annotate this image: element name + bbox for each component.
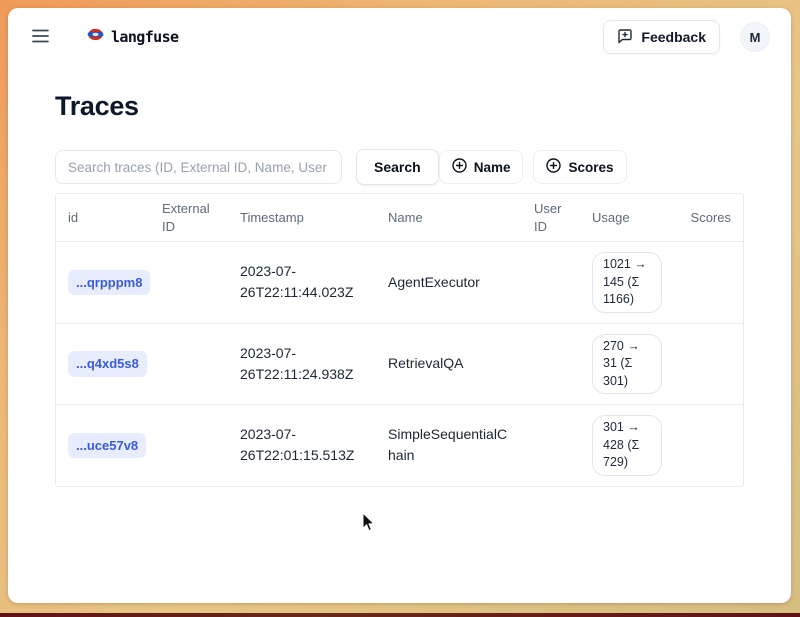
- cell-scores: [674, 324, 743, 405]
- plus-circle-icon: [452, 158, 467, 176]
- filter-name-button[interactable]: Name: [439, 150, 524, 184]
- feedback-label: Feedback: [641, 29, 706, 45]
- cell-id: ...qrpppm8: [56, 242, 150, 323]
- cell-timestamp: 2023-07-26T22:11:44.023Z: [228, 242, 376, 323]
- filter-scores-label: Scores: [568, 160, 613, 175]
- menu-button[interactable]: [30, 27, 51, 48]
- trace-id-link[interactable]: ...uce57v8: [68, 433, 146, 459]
- brand-name: langfuse: [111, 28, 178, 46]
- cell-usage: 270 → 31 (Σ 301): [580, 324, 674, 405]
- message-square-plus-icon: [617, 28, 633, 47]
- cell-id: ...uce57v8: [56, 405, 150, 486]
- traces-table: id External ID Timestamp Name User ID Us…: [55, 193, 744, 487]
- filter-name-label: Name: [474, 160, 511, 175]
- cell-scores: [674, 242, 743, 323]
- cell-timestamp: 2023-07-26T22:11:24.938Z: [228, 324, 376, 405]
- search-input[interactable]: [55, 150, 342, 184]
- trace-id-link[interactable]: ...q4xd5s8: [68, 351, 147, 377]
- column-header-timestamp[interactable]: Timestamp: [228, 194, 376, 241]
- table-row[interactable]: ...qrpppm8 2023-07-26T22:11:44.023Z Agen…: [56, 241, 743, 323]
- controls-row: Search Name Scores: [55, 149, 744, 185]
- langfuse-logo-icon: [87, 27, 104, 47]
- cell-external-id: [150, 242, 228, 323]
- avatar-initial: M: [750, 30, 761, 45]
- table-row[interactable]: ...q4xd5s8 2023-07-26T22:11:24.938Z Retr…: [56, 323, 743, 405]
- column-header-usage[interactable]: Usage: [580, 194, 674, 241]
- filter-scores-button[interactable]: Scores: [533, 150, 626, 184]
- cell-user-id: [522, 242, 580, 323]
- trace-id-link[interactable]: ...qrpppm8: [68, 270, 150, 296]
- avatar[interactable]: M: [741, 23, 769, 51]
- column-header-external-id[interactable]: External ID: [150, 194, 228, 241]
- usage-badge: 301 → 428 (Σ 729): [592, 415, 662, 476]
- column-header-user-id[interactable]: User ID: [522, 194, 580, 241]
- frame-bottom-strip: [0, 613, 800, 617]
- cell-id: ...q4xd5s8: [56, 324, 150, 405]
- table-header-row: id External ID Timestamp Name User ID Us…: [56, 194, 743, 241]
- cell-external-id: [150, 405, 228, 486]
- main-content: Traces Search Name: [8, 91, 791, 487]
- cell-timestamp: 2023-07-26T22:01:15.513Z: [228, 405, 376, 486]
- cell-name: AgentExecutor: [376, 242, 522, 323]
- column-header-id[interactable]: id: [56, 194, 150, 241]
- column-header-scores[interactable]: Scores: [674, 194, 743, 241]
- cell-usage: 301 → 428 (Σ 729): [580, 405, 674, 486]
- brand[interactable]: langfuse: [87, 27, 178, 47]
- cell-name: SimpleSequentialChain: [376, 405, 522, 486]
- feedback-button[interactable]: Feedback: [603, 20, 720, 54]
- usage-badge: 270 → 31 (Σ 301): [592, 334, 662, 395]
- page-title: Traces: [55, 91, 744, 122]
- hamburger-icon: [32, 29, 49, 46]
- column-header-name[interactable]: Name: [376, 194, 522, 241]
- cell-external-id: [150, 324, 228, 405]
- cell-name: RetrievalQA: [376, 324, 522, 405]
- plus-circle-icon: [546, 158, 561, 176]
- search-button[interactable]: Search: [356, 149, 439, 185]
- app-window: langfuse Feedback M Traces Search: [8, 8, 791, 603]
- table-row[interactable]: ...uce57v8 2023-07-26T22:01:15.513Z Simp…: [56, 404, 743, 486]
- top-bar: langfuse Feedback M: [8, 8, 791, 66]
- usage-badge: 1021 → 145 (Σ 1166): [592, 252, 662, 313]
- cell-usage: 1021 → 145 (Σ 1166): [580, 242, 674, 323]
- cell-user-id: [522, 405, 580, 486]
- cell-user-id: [522, 324, 580, 405]
- cell-scores: [674, 405, 743, 486]
